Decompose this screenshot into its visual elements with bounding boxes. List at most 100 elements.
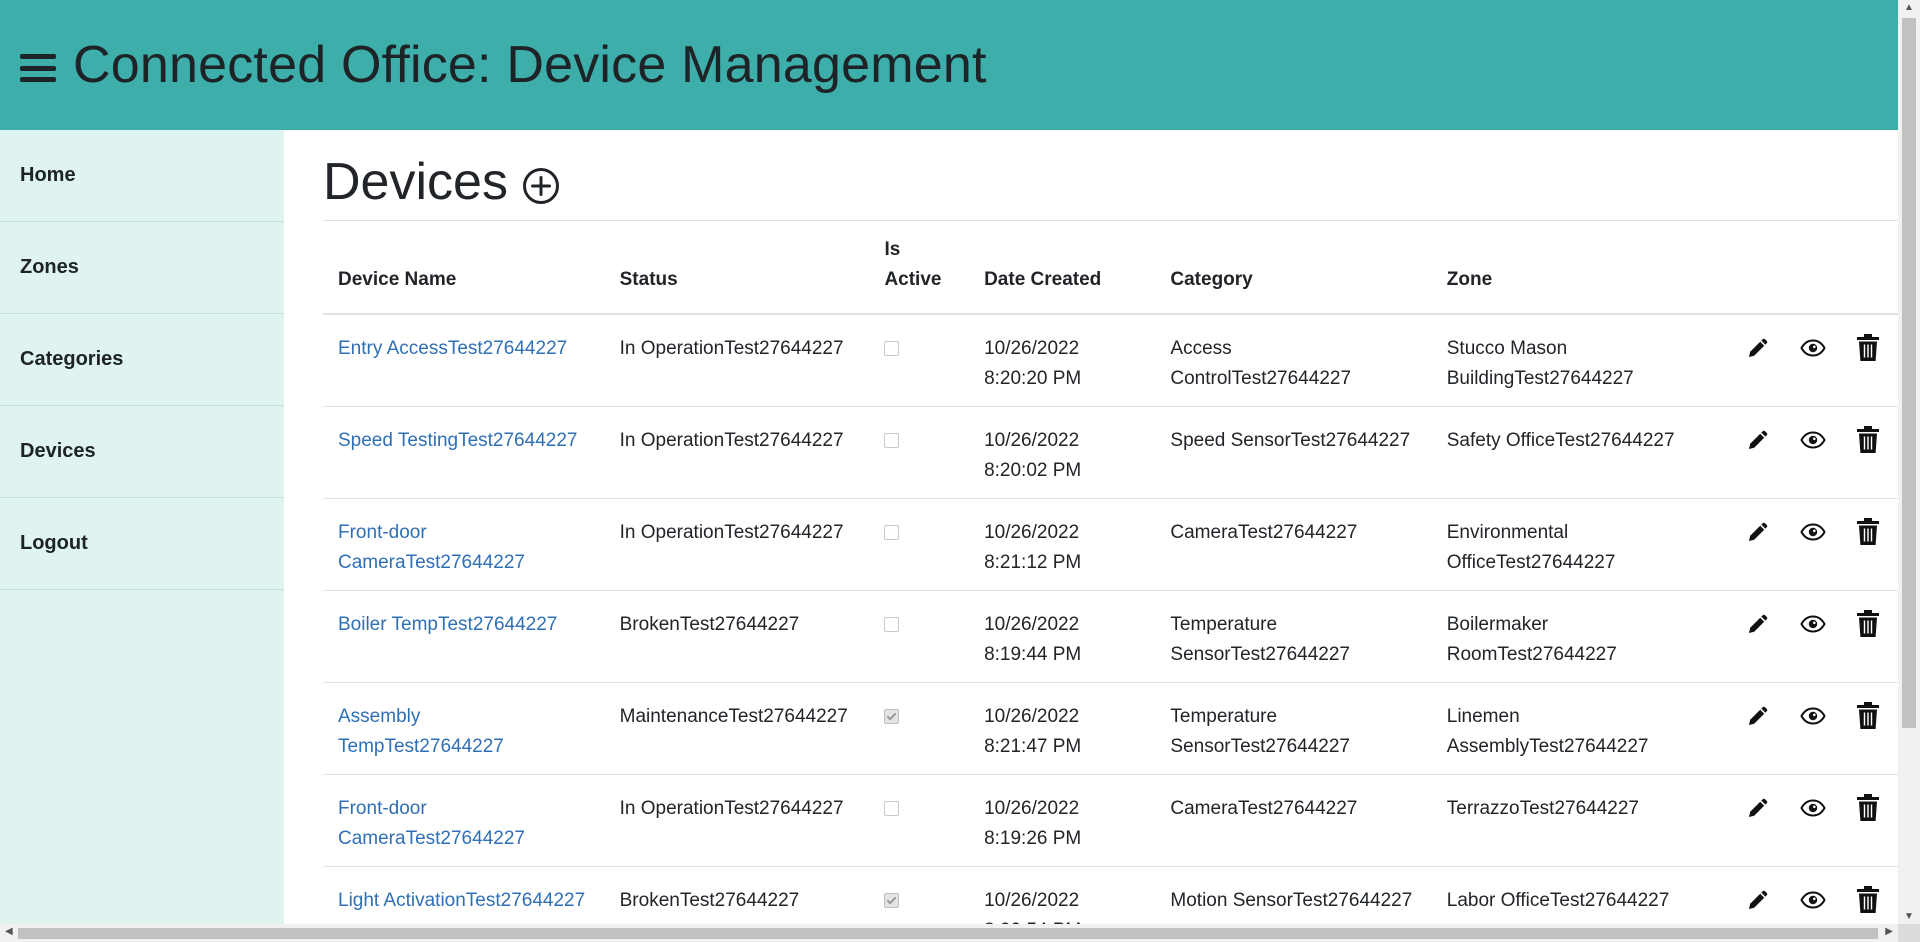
edit-button[interactable] [1743, 522, 1773, 552]
column-header-is-active: Is Active [869, 221, 970, 315]
is-active-cell [869, 498, 970, 591]
edit-button[interactable] [1743, 890, 1773, 920]
eye-view-icon [1800, 703, 1826, 739]
scroll-up-arrow-icon[interactable]: ▲ [1904, 2, 1914, 13]
plus-circle-icon[interactable] [522, 167, 560, 210]
pencil-edit-icon [1746, 888, 1770, 922]
delete-button[interactable] [1853, 334, 1883, 368]
date-created-cell: 10/26/2022 8:19:26 PM [969, 774, 1156, 867]
device-name-link[interactable]: Speed TestingTest27644227 [338, 430, 577, 451]
view-button[interactable] [1798, 614, 1828, 644]
device-name-cell: Light ActivationTest27644227 [323, 866, 605, 924]
date-created-date: 10/26/2022 [984, 430, 1080, 451]
is-active-checkbox[interactable] [884, 525, 900, 540]
actions-cell [1727, 406, 1898, 499]
date-created-time: 8:19:44 PM [984, 644, 1082, 665]
device-name-cell: Front-door CameraTest27644227 [323, 774, 605, 867]
device-name-link[interactable]: Entry AccessTest27644227 [338, 338, 567, 359]
is-active-checkbox[interactable] [884, 801, 900, 816]
delete-button[interactable] [1853, 886, 1883, 920]
view-button[interactable] [1798, 430, 1828, 460]
table-row: Front-door CameraTest27644227 In Operatio… [323, 498, 1898, 591]
table-row: Light ActivationTest27644227 BrokenTest27… [323, 866, 1898, 924]
delete-button[interactable] [1853, 794, 1883, 828]
view-button[interactable] [1798, 890, 1828, 920]
is-active-cell [869, 774, 970, 867]
actions-cell [1727, 498, 1898, 591]
edit-button[interactable] [1743, 614, 1773, 644]
is-active-cell [869, 406, 970, 499]
sidebar: Home Zones Categories Devices Logout [0, 130, 284, 924]
actions-cell [1727, 314, 1898, 407]
trash-delete-icon [1856, 610, 1880, 648]
category-cell: CameraTest27644227 [1155, 774, 1432, 867]
delete-button[interactable] [1853, 518, 1883, 552]
sidebar-item-logout[interactable]: Logout [0, 498, 284, 590]
table-row: Speed TestingTest27644227 In OperationTes… [323, 406, 1898, 499]
date-created-time: 8:20:54 PM [984, 916, 1140, 924]
is-active-checkbox[interactable] [884, 341, 900, 356]
trash-delete-icon [1856, 702, 1880, 740]
sidebar-item-categories[interactable]: Categories [0, 314, 284, 406]
device-name-link[interactable]: Front-door CameraTest27644227 [338, 522, 525, 573]
scroll-down-arrow-icon[interactable]: ▼ [1904, 911, 1914, 922]
date-created-date: 10/26/2022 [984, 890, 1080, 911]
sidebar-item-devices[interactable]: Devices [0, 406, 284, 498]
delete-button[interactable] [1853, 702, 1883, 736]
vertical-scroll-thumb[interactable] [1902, 18, 1916, 728]
date-created-date: 10/26/2022 [984, 338, 1080, 359]
column-header-zone: Zone [1431, 221, 1728, 315]
edit-button[interactable] [1743, 798, 1773, 828]
scrollbar-corner [1898, 924, 1920, 942]
scroll-left-arrow-icon[interactable]: ◀ [5, 926, 13, 937]
trash-delete-icon [1856, 334, 1880, 372]
is-active-checkbox[interactable] [884, 617, 900, 632]
eye-view-icon [1800, 335, 1826, 371]
eye-view-icon [1800, 519, 1826, 555]
actions-cell [1727, 682, 1898, 775]
device-name-link[interactable]: Light ActivationTest27644227 [338, 890, 585, 911]
view-button[interactable] [1798, 706, 1828, 736]
pencil-edit-icon [1746, 704, 1770, 738]
date-created-cell: 10/26/2022 8:21:12 PM [969, 498, 1156, 591]
delete-button[interactable] [1853, 426, 1883, 460]
horizontal-scroll-thumb[interactable] [18, 928, 1878, 939]
device-name-link[interactable]: Assembly TempTest27644227 [338, 706, 504, 757]
category-cell: Temperature SensorTest27644227 [1155, 590, 1432, 683]
date-created-time: 8:21:12 PM [984, 552, 1082, 573]
view-button[interactable] [1798, 338, 1828, 368]
view-button[interactable] [1798, 798, 1828, 828]
vertical-scrollbar[interactable]: ▲ ▼ [1898, 0, 1920, 924]
edit-button[interactable] [1743, 706, 1773, 736]
device-name-link[interactable]: Boiler TempTest27644227 [338, 614, 557, 635]
device-name-cell: Boiler TempTest27644227 [323, 590, 605, 683]
view-button[interactable] [1798, 522, 1828, 552]
edit-button[interactable] [1743, 430, 1773, 460]
is-active-checkbox[interactable] [884, 709, 900, 724]
is-active-cell [869, 682, 970, 775]
horizontal-scrollbar[interactable]: ◀ ▶ [0, 924, 1898, 942]
table-row: Entry AccessTest27644227 In OperationTest… [323, 314, 1898, 407]
sidebar-item-home[interactable]: Home [0, 130, 284, 222]
is-active-cell [869, 590, 970, 683]
date-created-date: 10/26/2022 [984, 798, 1080, 819]
sidebar-item-zones[interactable]: Zones [0, 222, 284, 314]
page-title-row: Devices [323, 152, 560, 212]
date-created-cell: 10/26/2022 8:20:20 PM [969, 314, 1156, 407]
date-created-date: 10/26/2022 [984, 522, 1080, 543]
is-active-checkbox[interactable] [884, 433, 900, 448]
pencil-edit-icon [1746, 612, 1770, 646]
is-active-cell [869, 314, 970, 407]
status-cell: In OperationTest27644227 [604, 406, 870, 499]
eye-view-icon [1800, 427, 1826, 463]
scroll-right-arrow-icon[interactable]: ▶ [1885, 926, 1893, 937]
delete-button[interactable] [1853, 610, 1883, 644]
devices-table: Device Name Status Is Active Date Create… [323, 221, 1898, 924]
app-title: Connected Office: Device Management [73, 36, 987, 94]
hamburger-menu-icon[interactable] [20, 54, 56, 82]
edit-button[interactable] [1743, 338, 1773, 368]
is-active-checkbox[interactable] [884, 893, 900, 908]
device-name-link[interactable]: Front-door CameraTest27644227 [338, 798, 525, 849]
main-content: Devices Device Name Status Is Active Dat… [284, 130, 1898, 924]
date-created-cell: 10/26/2022 8:20:54 PM [969, 866, 1156, 924]
